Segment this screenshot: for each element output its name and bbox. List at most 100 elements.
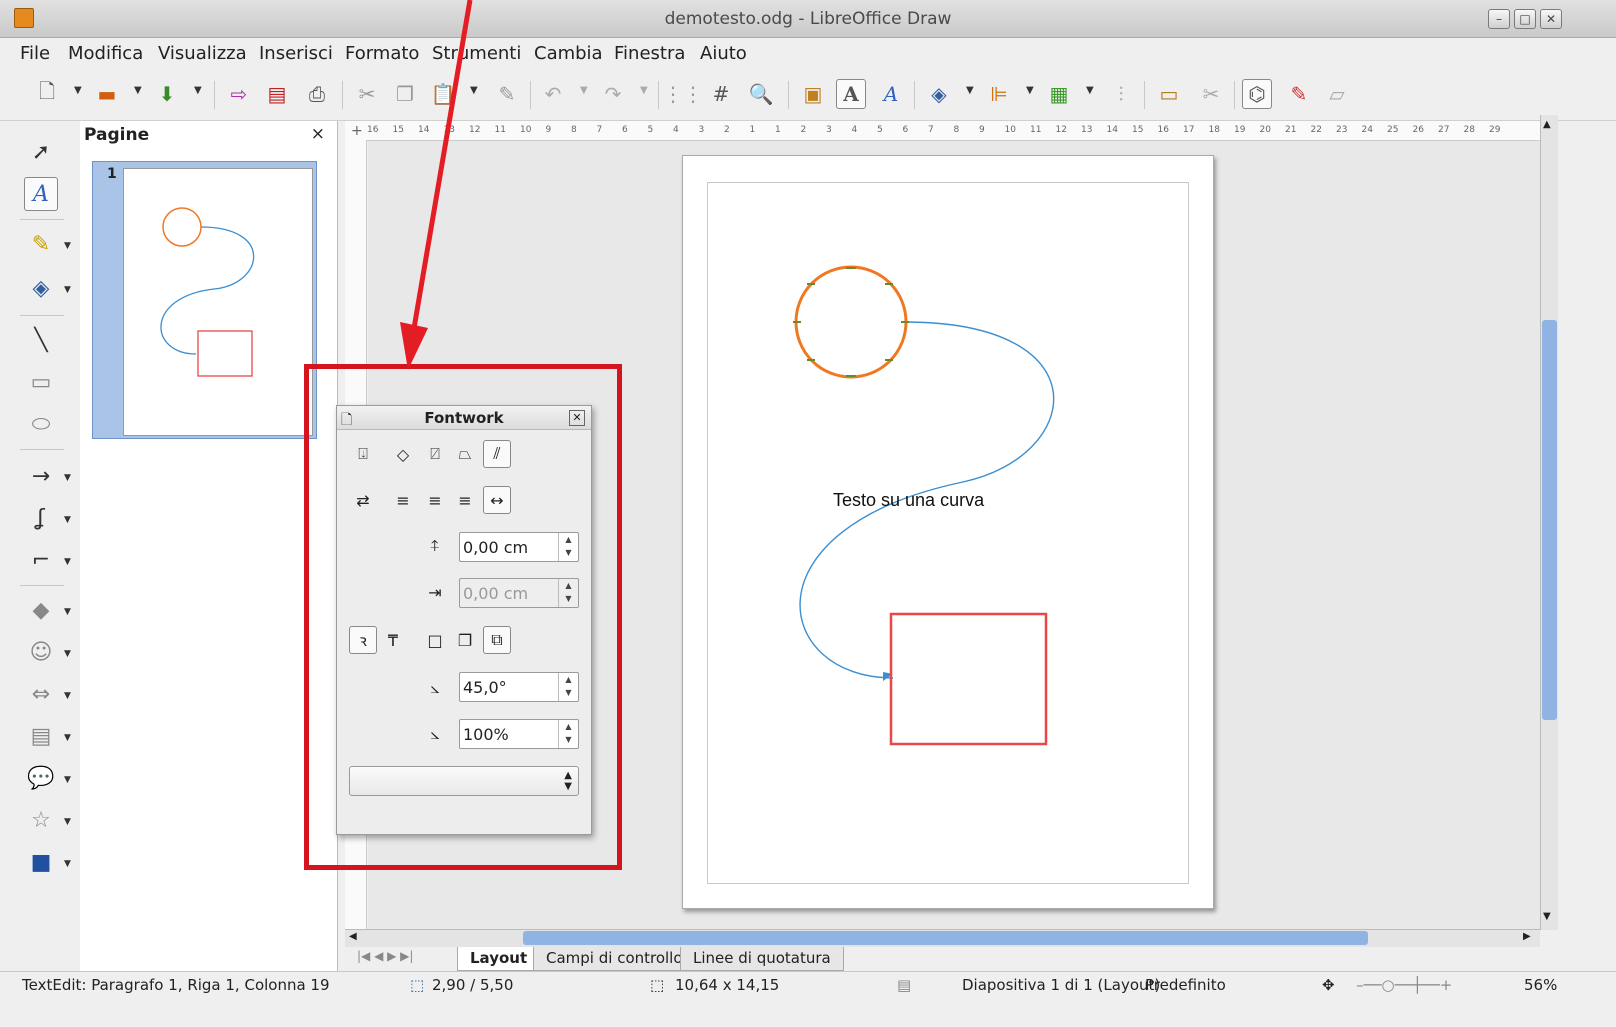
scroll-right-icon[interactable]: ▶ <box>1523 931 1531 942</box>
text-tool-icon[interactable]: A <box>24 177 58 211</box>
tab-layout[interactable]: Layout <box>457 947 541 971</box>
menu-modifica[interactable]: Modifica <box>68 43 143 64</box>
menu-aiuto[interactable]: Aiuto <box>700 43 747 64</box>
align-icon[interactable]: ⊫ <box>984 79 1014 109</box>
chevron-down-icon[interactable]: ▼ <box>74 85 82 96</box>
chevron-down-icon[interactable]: ▼ <box>64 691 71 701</box>
chevron-down-icon[interactable]: ▼ <box>1026 85 1034 96</box>
chevron-down-icon[interactable]: ▼ <box>64 817 71 827</box>
chevron-down-icon[interactable]: ▼ <box>1086 85 1094 96</box>
chevron-down-icon[interactable]: ▼ <box>64 859 71 869</box>
red-rectangle[interactable] <box>889 612 1048 746</box>
symbol-shapes-icon[interactable]: ☺ <box>24 635 58 669</box>
line-color-icon[interactable]: ✎ <box>24 227 58 261</box>
save-icon[interactable]: ⬇ <box>152 79 182 109</box>
ellipse-icon[interactable]: ⬭ <box>24 407 58 441</box>
menu-finestra[interactable]: Finestra <box>614 43 685 64</box>
chevron-down-icon[interactable]: ▼ <box>580 85 588 96</box>
shadow-icon[interactable]: ▭ <box>1154 79 1184 109</box>
vertical-scrollbar[interactable]: ▲ ▼ <box>1540 115 1558 930</box>
menu-visualizza[interactable]: Visualizza <box>158 43 247 64</box>
callouts-icon[interactable]: 💬 <box>24 761 58 795</box>
helplines-icon[interactable]: # <box>706 79 736 109</box>
undo-icon[interactable]: ↶ <box>538 79 568 109</box>
menu-formato[interactable]: Formato <box>345 43 419 64</box>
ruler-tick-label: 27 <box>1438 125 1450 135</box>
stars-icon[interactable]: ☆ <box>24 803 58 837</box>
chevron-down-icon[interactable]: ▼ <box>64 733 71 743</box>
chevron-down-icon[interactable]: ▼ <box>64 515 71 525</box>
fill-color-icon[interactable]: ◈ <box>24 271 58 305</box>
clone-format-icon[interactable]: ✎ <box>492 79 522 109</box>
copy-icon[interactable]: ❐ <box>390 79 420 109</box>
chevron-down-icon[interactable]: ▼ <box>64 775 71 785</box>
tab-campi-di-controllo[interactable]: Campi di controllo <box>533 947 696 971</box>
open-icon[interactable]: ▬ <box>92 79 122 109</box>
document-modified-icon[interactable]: ▤ <box>897 976 911 994</box>
export-pdf-icon[interactable]: ▤ <box>262 79 292 109</box>
chevron-down-icon[interactable]: ▼ <box>194 85 202 96</box>
points-icon[interactable]: ⌬ <box>1242 79 1272 109</box>
chevron-down-icon[interactable]: ▼ <box>640 85 648 96</box>
transform-icon[interactable]: ◈ <box>924 79 954 109</box>
paste-icon[interactable]: 📋 <box>428 79 458 109</box>
chevron-down-icon[interactable]: ▼ <box>64 473 71 483</box>
scroll-left-icon[interactable]: ◀ <box>349 931 357 942</box>
close-button[interactable]: ✕ <box>1540 9 1562 29</box>
crop-icon[interactable]: ✂ <box>1196 79 1226 109</box>
basic-shapes-icon[interactable]: ◆ <box>24 593 58 627</box>
page-thumbnail[interactable]: 1 <box>92 161 317 439</box>
horizontal-scrollbar[interactable]: ◀ ▶ <box>345 929 1540 947</box>
menu-cambia[interactable]: Cambia <box>534 43 603 64</box>
minimize-button[interactable]: – <box>1488 9 1510 29</box>
maximize-button[interactable]: □ <box>1514 9 1536 29</box>
chevron-down-icon[interactable]: ▼ <box>966 85 974 96</box>
new-icon[interactable]: 🗋 <box>32 79 62 109</box>
menu-file[interactable]: File <box>20 43 50 64</box>
zoom-icon[interactable]: 🔍 <box>746 79 776 109</box>
block-arrows-icon[interactable]: ⇔ <box>24 677 58 711</box>
scroll-up-icon[interactable]: ▲ <box>1543 119 1551 130</box>
extrusion-icon[interactable]: ▱ <box>1322 79 1352 109</box>
arrow-line-icon[interactable]: → <box>24 459 58 493</box>
print-icon[interactable]: ⎙ <box>302 79 332 109</box>
ruler-tick-label: 9 <box>545 125 552 135</box>
grid-icon[interactable]: ⋮⋮ <box>663 79 703 109</box>
chevron-down-icon[interactable]: ▼ <box>64 285 71 295</box>
connector-icon[interactable]: ⌐ <box>24 543 58 577</box>
menu-inserisci[interactable]: Inserisci <box>259 43 333 64</box>
tab-nav-icons[interactable]: |◀ ◀ ▶ ▶| <box>357 949 413 963</box>
scroll-down-icon[interactable]: ▼ <box>1543 911 1551 922</box>
page[interactable]: Testo su una curva <box>682 155 1214 909</box>
menu-strumenti[interactable]: Strumenti <box>432 43 521 64</box>
distribute-icon[interactable]: ⫶ <box>1106 79 1136 109</box>
status-zoom[interactable]: 56% <box>1524 976 1557 994</box>
select-icon[interactable]: ➚ <box>24 135 58 169</box>
export-icon[interactable]: ⇨ <box>224 79 254 109</box>
image-icon[interactable]: ▣ <box>798 79 828 109</box>
fontwork-icon[interactable]: A <box>836 79 866 109</box>
close-icon[interactable]: × <box>311 124 325 144</box>
flowchart-icon[interactable]: ▤ <box>24 719 58 753</box>
curve-text[interactable]: Testo su una curva <box>833 490 985 510</box>
cut-icon[interactable]: ✂ <box>352 79 382 109</box>
chevron-down-icon[interactable]: ▼ <box>470 85 478 96</box>
rectangle-icon[interactable]: ▭ <box>24 365 58 399</box>
text-icon[interactable]: A <box>876 79 906 109</box>
chevron-down-icon[interactable]: ▼ <box>64 241 71 251</box>
line-icon[interactable]: ╲ <box>24 323 58 357</box>
selection-icon[interactable]: ✥ <box>1322 976 1335 994</box>
3d-objects-icon[interactable]: ■ <box>24 845 58 879</box>
glue-icon[interactable]: ✎ <box>1284 79 1314 109</box>
horizontal-scroll-thumb[interactable] <box>523 931 1368 945</box>
vertical-scroll-thumb[interactable] <box>1542 320 1557 720</box>
chevron-down-icon[interactable]: ▼ <box>64 607 71 617</box>
redo-icon[interactable]: ↷ <box>598 79 628 109</box>
chevron-down-icon[interactable]: ▼ <box>134 85 142 96</box>
chevron-down-icon[interactable]: ▼ <box>64 557 71 567</box>
tab-linee-di-quotatura[interactable]: Linee di quotatura <box>680 947 844 971</box>
zoom-slider[interactable]: –──○──┼──+ <box>1356 976 1452 994</box>
arrange-icon[interactable]: ▦ <box>1044 79 1074 109</box>
curve-icon[interactable]: ʆ <box>24 501 58 535</box>
chevron-down-icon[interactable]: ▼ <box>64 649 71 659</box>
